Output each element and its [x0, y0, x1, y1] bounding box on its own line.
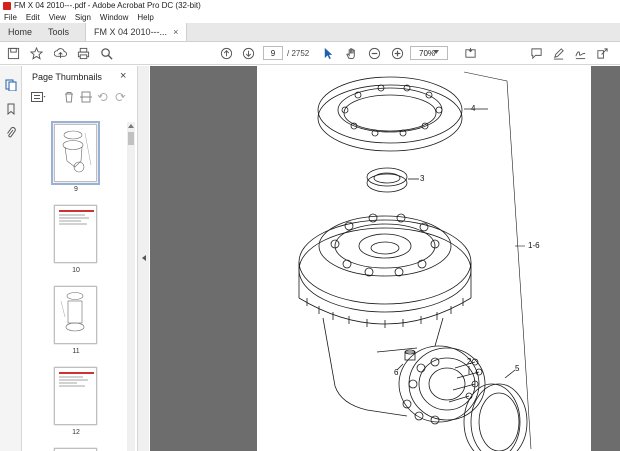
zoom-level-select[interactable]: 70%: [410, 46, 448, 60]
tab-document[interactable]: FM X 04 2010---... ×: [85, 23, 188, 41]
page-thumbnails-panel: Page Thumbnails × 9 10 11 12: [23, 66, 137, 451]
comment-icon[interactable]: [528, 45, 544, 61]
callout-label: 2: [467, 357, 472, 366]
window-title: FM X 04 2010---.pdf - Adobe Acrobat Pro …: [14, 1, 201, 10]
thumbnail-page-9[interactable]: [51, 121, 100, 185]
page-number-input[interactable]: 9: [263, 46, 283, 60]
title-bar: FM X 04 2010---.pdf - Adobe Acrobat Pro …: [0, 0, 620, 11]
thumbnail-number: 12: [72, 429, 80, 436]
thumbnail-page-10[interactable]: [54, 205, 97, 263]
thumbnail-toolbar: [31, 91, 131, 105]
rotate-left-icon[interactable]: [97, 91, 109, 103]
callout-label: 1-6: [528, 241, 540, 250]
print-icon[interactable]: [75, 45, 91, 61]
pdf-page: 4 3 1-6 2 6 5: [257, 66, 591, 451]
panel-splitter[interactable]: [137, 66, 149, 451]
highlight-pen-icon[interactable]: [550, 45, 566, 61]
tab-document-label: FM X 04 2010---...: [94, 27, 168, 37]
attachments-paperclip-icon[interactable]: [4, 126, 18, 140]
upload-cloud-icon[interactable]: [52, 45, 68, 61]
tab-bar: Home Tools FM X 04 2010---... ×: [0, 23, 620, 42]
insert-page-icon[interactable]: [80, 91, 92, 103]
share-icon[interactable]: [594, 45, 610, 61]
menu-view[interactable]: View: [49, 13, 66, 22]
thumbnail-number: 10: [72, 267, 80, 274]
callout-label: 5: [515, 364, 520, 373]
exploded-parts-drawing: [298, 71, 532, 451]
menu-bar: File Edit View Sign Window Help: [0, 11, 620, 23]
page-thumbnails-icon[interactable]: [4, 78, 18, 92]
save-icon[interactable]: [5, 45, 21, 61]
next-page-icon[interactable]: [240, 45, 256, 61]
select-cursor-icon[interactable]: [320, 45, 336, 61]
sign-icon[interactable]: [572, 45, 588, 61]
zoom-out-icon[interactable]: [366, 45, 382, 61]
callout-label: 3: [420, 174, 425, 183]
previous-page-icon[interactable]: [218, 45, 234, 61]
main-toolbar: 9 / 2752 70%: [0, 42, 620, 65]
callout-label: 6: [394, 368, 399, 377]
collapse-panel-icon[interactable]: [142, 255, 146, 261]
callout-label: 4: [471, 104, 476, 113]
thumbnail-list: 9 10 11 12: [23, 121, 127, 451]
fit-page-icon[interactable]: [462, 45, 478, 61]
thumbnail-scrollbar[interactable]: [127, 122, 135, 451]
menu-window[interactable]: Window: [100, 13, 128, 22]
menu-help[interactable]: Help: [137, 13, 153, 22]
document-viewer[interactable]: 4 3 1-6 2 6 5: [150, 66, 620, 451]
thumbnail-page-12[interactable]: [54, 367, 97, 425]
scroll-up-icon[interactable]: [128, 124, 134, 128]
thumbnail-page-11[interactable]: [54, 286, 97, 344]
thumbnail-number: 11: [72, 348, 80, 355]
panel-close-icon[interactable]: ×: [120, 70, 126, 82]
zoom-in-icon[interactable]: [389, 45, 405, 61]
scrollbar-thumb[interactable]: [128, 132, 134, 145]
menu-file[interactable]: File: [4, 13, 17, 22]
panel-title: Page Thumbnails: [32, 72, 102, 82]
page-count: / 2752: [287, 49, 310, 58]
acrobat-app-icon: [3, 1, 11, 10]
menu-sign[interactable]: Sign: [75, 13, 91, 22]
rotate-right-icon[interactable]: [114, 91, 126, 103]
tab-close-icon[interactable]: ×: [173, 27, 178, 37]
search-icon[interactable]: [98, 45, 114, 61]
bookmark-star-icon[interactable]: [28, 45, 44, 61]
hand-tool-icon[interactable]: [343, 45, 359, 61]
menu-edit[interactable]: Edit: [26, 13, 40, 22]
thumbnail-options-icon[interactable]: [31, 91, 46, 103]
thumbnail-number: 9: [74, 186, 78, 193]
tab-tools[interactable]: Tools: [40, 23, 77, 41]
zoom-dropdown-icon[interactable]: [433, 50, 439, 54]
bookmarks-icon[interactable]: [4, 102, 18, 116]
delete-page-icon[interactable]: [63, 91, 75, 103]
navigation-rail: [0, 66, 22, 451]
tab-home[interactable]: Home: [0, 23, 40, 41]
